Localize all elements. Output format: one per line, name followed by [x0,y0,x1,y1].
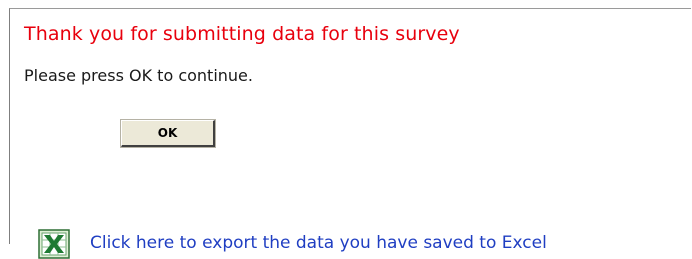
confirmation-title: Thank you for submitting data for this s… [24,23,460,45]
continue-instruction: Please press OK to continue. [24,66,253,85]
ok-button[interactable]: OK [120,119,216,148]
excel-icon[interactable] [38,229,70,259]
export-to-excel-link[interactable]: Click here to export the data you have s… [90,233,547,253]
